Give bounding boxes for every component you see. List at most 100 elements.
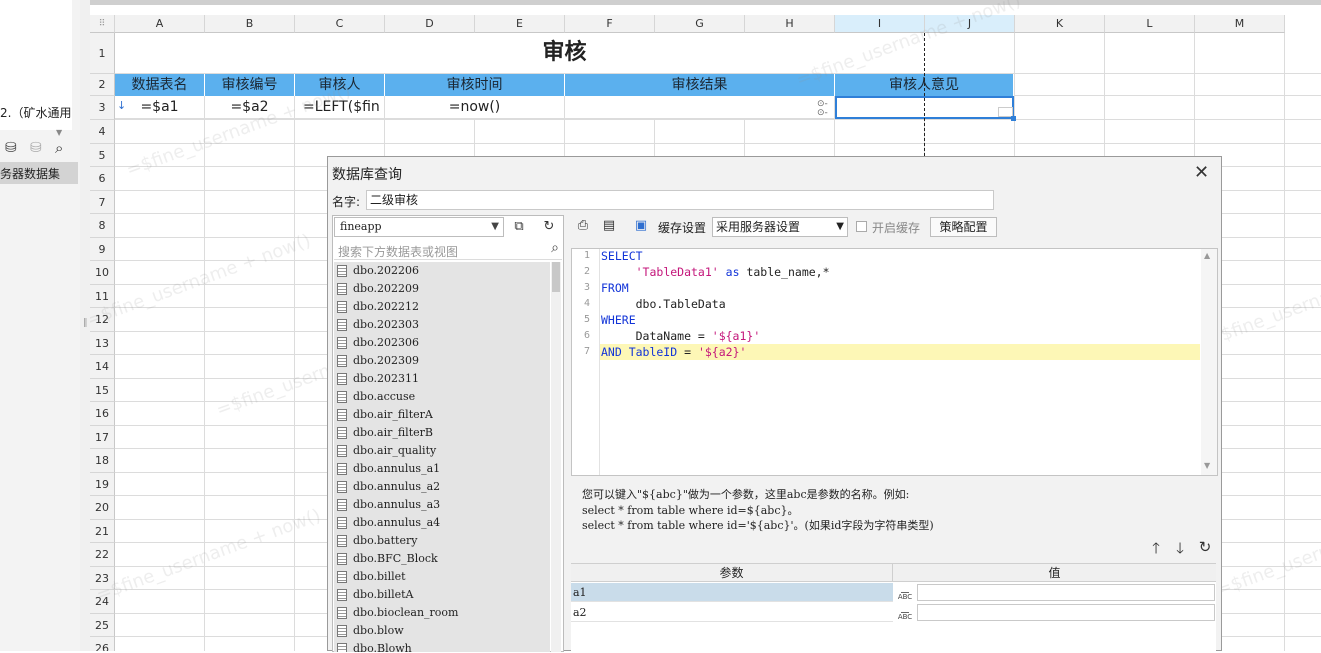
row-header[interactable]: 18 xyxy=(90,449,115,473)
row-header[interactable]: 20 xyxy=(90,496,115,520)
table-list-item[interactable]: dbo.annulus_a1 xyxy=(334,460,550,478)
cache-mode-select[interactable]: 采用服务器设置 ▼ xyxy=(712,217,848,237)
param-value-input[interactable] xyxy=(917,584,1215,601)
refresh-icon[interactable]: ↻ xyxy=(539,217,559,237)
sql-editor[interactable]: 1 2 3 4 5 6 7 SELECT 'TableData1' as tab… xyxy=(571,248,1218,476)
table-list-item[interactable]: dbo.blow xyxy=(334,622,550,640)
scroll-down-icon[interactable]: ▼ xyxy=(1204,461,1210,470)
refresh-params-icon[interactable]: ↻ xyxy=(1195,538,1215,556)
table-list-item[interactable]: dbo.202309 xyxy=(334,352,550,370)
header-cell-audit-time[interactable]: 审核时间 xyxy=(385,74,565,96)
header-cell-audit-id[interactable]: 审核编号 xyxy=(205,74,295,96)
column-header[interactable]: C xyxy=(295,15,385,33)
table-list-item[interactable]: dbo.battery xyxy=(334,532,550,550)
database-icon[interactable]: ⛁ xyxy=(30,140,42,156)
column-header[interactable]: M xyxy=(1195,15,1285,33)
table-list-item[interactable]: dbo.air_filterB xyxy=(334,424,550,442)
row-header[interactable]: 6 xyxy=(90,167,115,191)
row-header[interactable]: 10 xyxy=(90,261,115,285)
cache-icon[interactable]: ▣ xyxy=(632,217,650,235)
table-list-scrollbar[interactable] xyxy=(551,262,561,652)
row-header[interactable]: 14 xyxy=(90,355,115,379)
table-list-item[interactable]: dbo.annulus_a2 xyxy=(334,478,550,496)
scroll-up-icon[interactable]: ▲ xyxy=(1204,251,1210,260)
column-header[interactable]: F xyxy=(565,15,655,33)
move-up-icon[interactable]: 🡑 xyxy=(1146,538,1166,563)
splitter-grip-icon[interactable]: ‖ xyxy=(83,318,88,328)
table-list-item[interactable]: dbo.billet xyxy=(334,568,550,586)
column-header[interactable]: B xyxy=(205,15,295,33)
close-icon[interactable]: ✕ xyxy=(1194,162,1209,183)
table-list-item[interactable]: dbo.BFC_Block xyxy=(334,550,550,568)
name-input[interactable]: 二级审核 xyxy=(366,190,994,210)
table-list-item[interactable]: dbo.annulus_a4 xyxy=(334,514,550,532)
widget-handle-icon[interactable]: ⊙- ⊙- xyxy=(817,100,828,118)
dataset-item[interactable]: 务器数据集 xyxy=(0,162,78,184)
param-name[interactable]: a2 xyxy=(571,603,893,622)
preview-icon[interactable]: ⎙ xyxy=(574,217,592,235)
param-row[interactable]: a1 ABC xyxy=(571,583,1216,602)
row-header[interactable]: 3 xyxy=(90,96,115,120)
param-value-input[interactable] xyxy=(917,604,1215,621)
table-list-item[interactable]: dbo.air_filterA xyxy=(334,406,550,424)
table-list-item[interactable]: dbo.202209 xyxy=(334,280,550,298)
column-header[interactable]: H xyxy=(745,15,835,33)
table-list-item[interactable]: dbo.202206 xyxy=(334,262,550,280)
type-abc-icon[interactable]: ABC xyxy=(893,603,917,622)
row-header[interactable]: 19 xyxy=(90,472,115,496)
strategy-config-button[interactable]: 策略配置 xyxy=(930,217,997,237)
column-header[interactable]: A xyxy=(115,15,205,33)
row-header[interactable]: 7 xyxy=(90,190,115,214)
table-list-item[interactable]: dbo.202311 xyxy=(334,370,550,388)
type-abc-icon[interactable]: ABC xyxy=(893,583,917,602)
column-header[interactable]: D xyxy=(385,15,475,33)
cell-a3[interactable]: =$a1 xyxy=(115,96,205,119)
row-header[interactable]: 26 xyxy=(90,637,115,651)
table-list-item[interactable]: dbo.Blowh xyxy=(334,640,550,652)
scrollbar-thumb[interactable] xyxy=(552,262,560,292)
row-header[interactable]: 21 xyxy=(90,519,115,543)
row-header[interactable]: 17 xyxy=(90,425,115,449)
editor-scrollbar[interactable]: ▲ ▼ xyxy=(1201,249,1217,475)
cell-d3[interactable]: =now() xyxy=(385,96,565,119)
database-add-icon[interactable]: ⛁ xyxy=(5,140,17,156)
table-list-item[interactable]: dbo.202303 xyxy=(334,316,550,334)
fill-handle[interactable] xyxy=(1011,116,1016,121)
search-icon[interactable]: ⌕ xyxy=(551,240,559,256)
row-header[interactable]: 5 xyxy=(90,143,115,167)
column-header[interactable]: G xyxy=(655,15,745,33)
table-list-item[interactable]: dbo.bioclean_room xyxy=(334,604,550,622)
table-search[interactable]: 搜索下方数据表或视图 ⌕ xyxy=(334,240,562,260)
row-header[interactable]: 16 xyxy=(90,402,115,426)
row-header[interactable]: 9 xyxy=(90,237,115,261)
row-header[interactable]: 13 xyxy=(90,331,115,355)
header-cell-table-name[interactable]: 数据表名 xyxy=(115,74,205,96)
table-list-item[interactable]: dbo.air_quality xyxy=(334,442,550,460)
select-all-corner[interactable]: ⠿ xyxy=(90,15,115,33)
param-name[interactable]: a1 xyxy=(571,583,893,602)
row-header[interactable]: 25 xyxy=(90,613,115,637)
column-header[interactable]: K xyxy=(1015,15,1105,33)
table-list[interactable]: dbo.202206 dbo.202209 dbo.202212 dbo.202303… xyxy=(334,262,550,652)
row-header[interactable]: 15 xyxy=(90,378,115,402)
param-row[interactable]: a2 ABC xyxy=(571,603,1216,622)
table-list-item[interactable]: dbo.annulus_a3 xyxy=(334,496,550,514)
table-list-item[interactable]: dbo.billetA xyxy=(334,586,550,604)
search-icon[interactable]: ⌕ xyxy=(55,139,63,157)
enable-cache-checkbox[interactable] xyxy=(856,221,867,232)
collapse-icon[interactable]: ▼ xyxy=(56,128,62,137)
table-list-item[interactable]: dbo.202306 xyxy=(334,334,550,352)
row-header[interactable]: 1 xyxy=(90,33,115,74)
save-icon[interactable]: ▤ xyxy=(600,217,618,235)
move-down-icon[interactable]: 🡓 xyxy=(1170,538,1190,563)
table-list-item[interactable]: dbo.accuse xyxy=(334,388,550,406)
row-header[interactable]: 2 xyxy=(90,74,115,96)
row-header[interactable]: 4 xyxy=(90,120,115,144)
header-cell-audit-result[interactable]: 审核结果 xyxy=(565,74,835,96)
table-list-item[interactable]: dbo.202212 xyxy=(334,298,550,316)
connection-select[interactable]: fineapp ▼ xyxy=(334,217,504,237)
column-header[interactable]: L xyxy=(1105,15,1195,33)
cell-f3[interactable] xyxy=(565,96,835,119)
column-header[interactable]: E xyxy=(475,15,565,33)
row-header[interactable]: 22 xyxy=(90,543,115,567)
